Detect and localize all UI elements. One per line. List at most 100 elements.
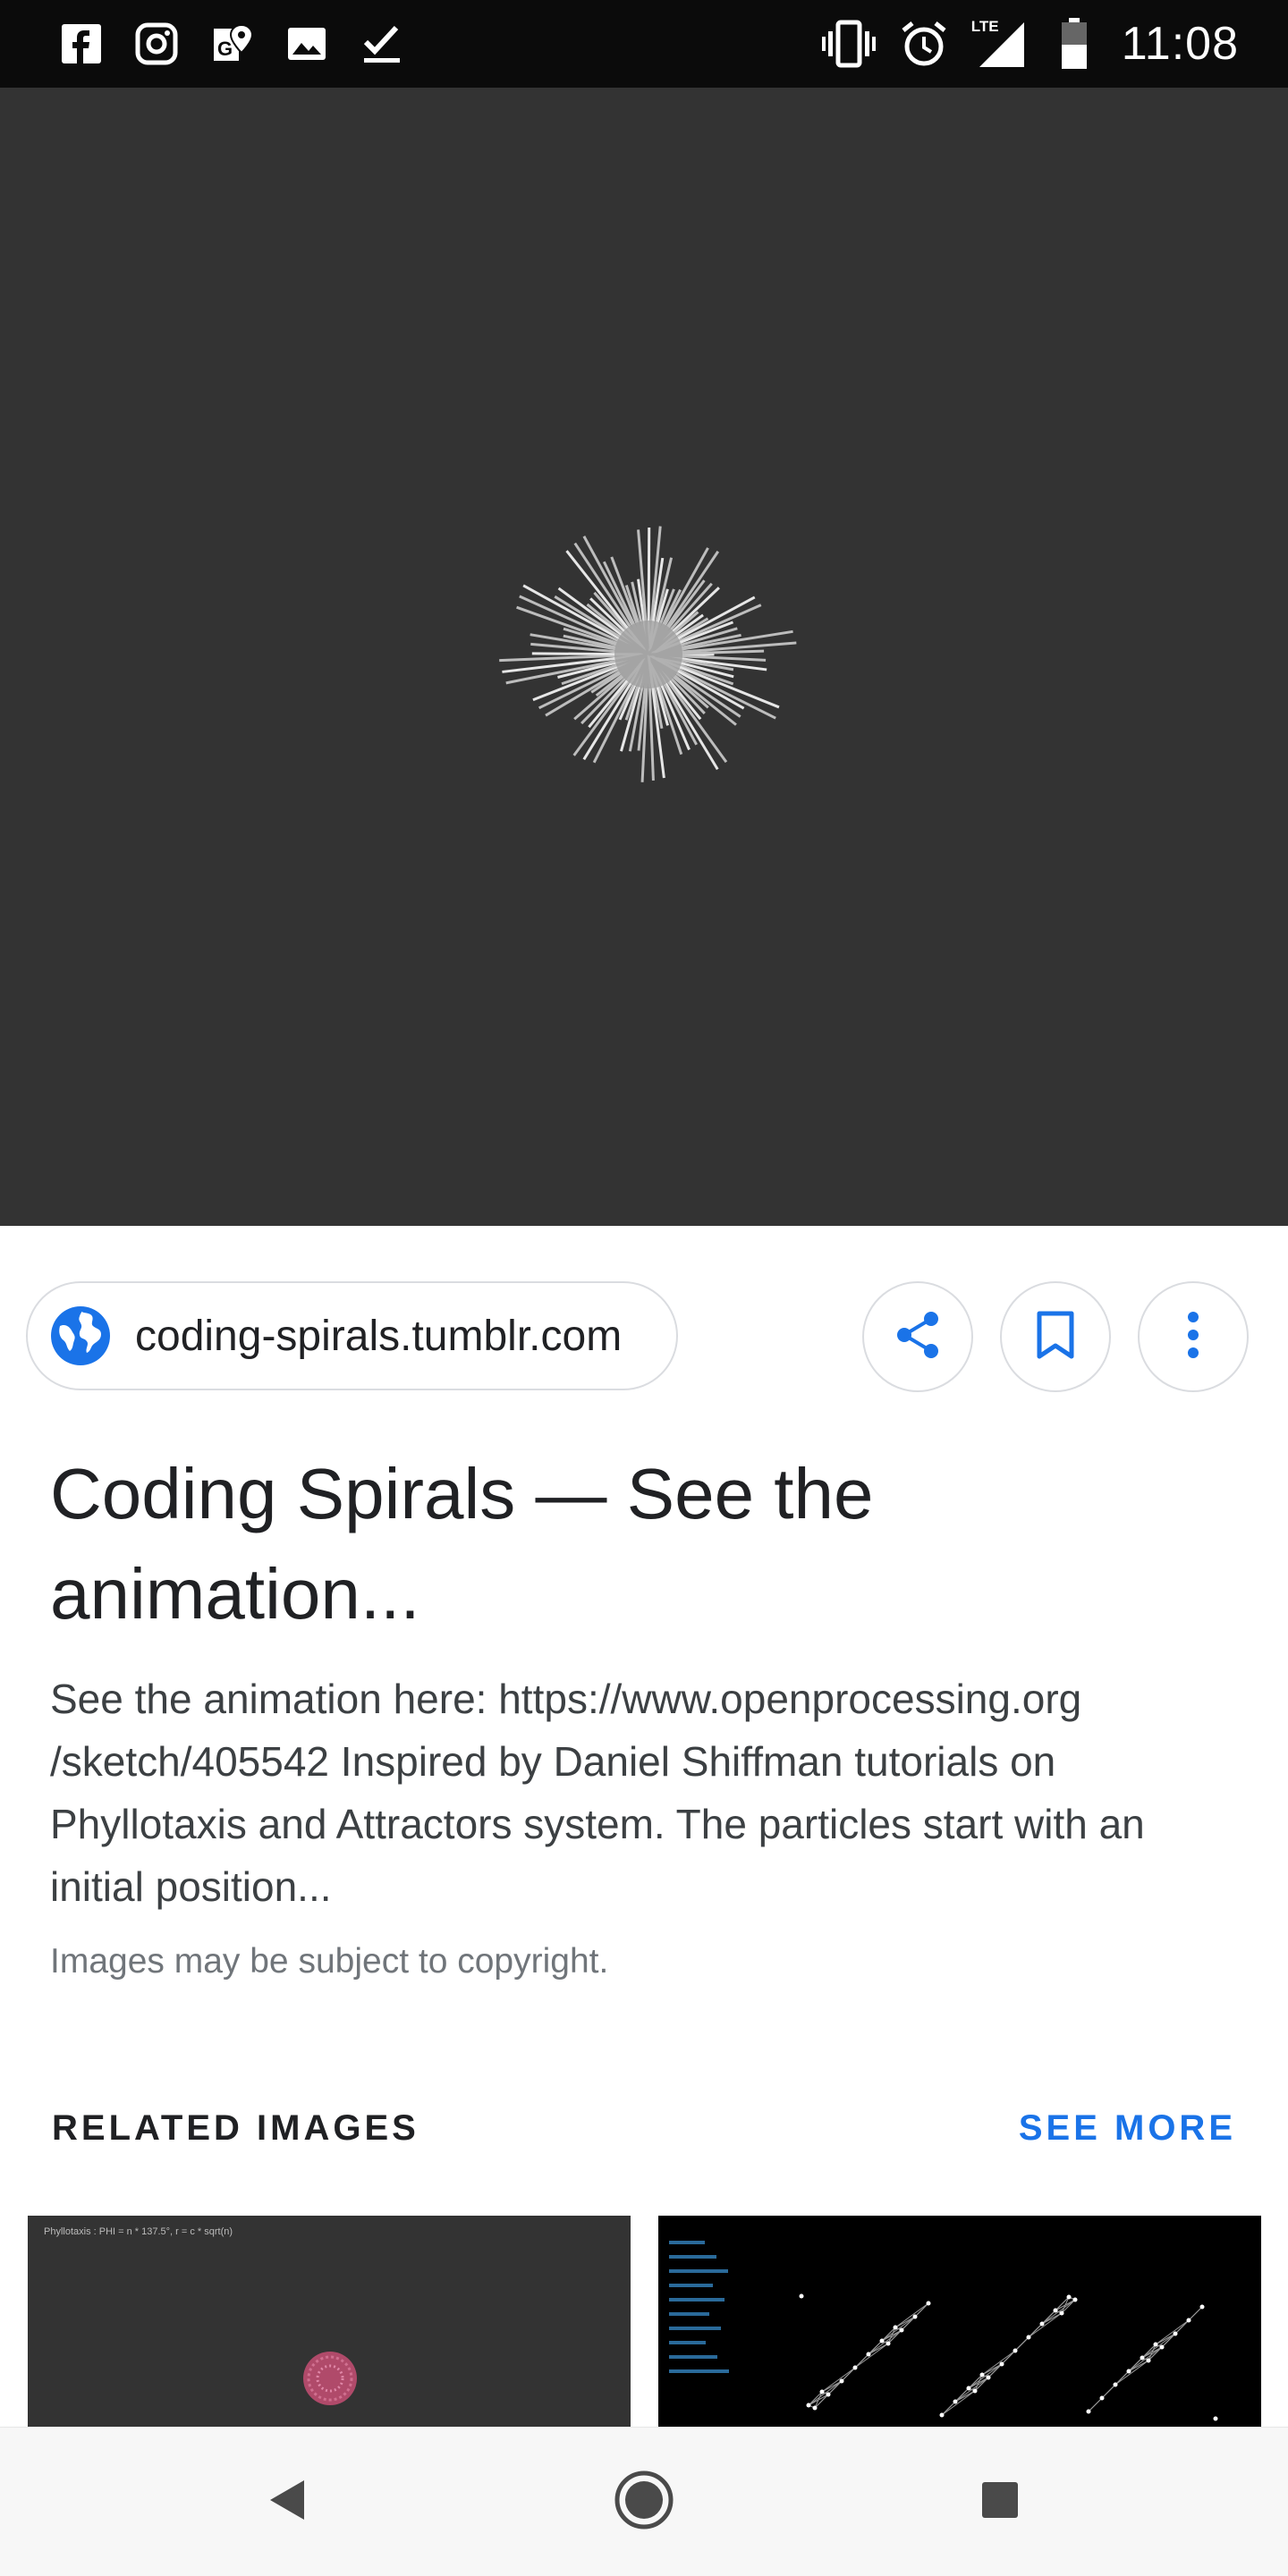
network-edge [968,2363,1003,2389]
network-edge [981,2350,1016,2376]
network-node [1186,2318,1191,2323]
network-node [806,2403,811,2408]
legend-bar [669,2255,716,2259]
network-edge [1028,2312,1063,2338]
network-node [799,2293,804,2299]
network-node [1026,2335,1031,2340]
legend-bar [669,2241,705,2244]
vibrate-icon [821,16,877,72]
legend-bar [669,2298,724,2302]
photos-icon [279,16,335,72]
network-edge [808,2380,843,2406]
network-node [1072,2297,1078,2302]
network-node [886,2341,891,2346]
back-triangle-icon [265,2477,308,2528]
network-node [986,2375,991,2380]
network-node [899,2327,904,2333]
network-node [879,2338,885,2344]
network-edge [894,2302,929,2328]
network-node [972,2388,978,2394]
network-node [1059,2310,1064,2316]
related-thumbnail-1[interactable]: Phyllotaxis : PHI = n * 137.5°, r = c * … [28,2216,631,2427]
network-node [1199,2304,1205,2310]
copyright-note: Images may be subject to copyright. [50,1942,609,1981]
network-node [1213,2416,1218,2421]
network-edge [1114,2360,1149,2386]
network-edge [821,2367,856,2393]
legend-bar [669,2284,713,2287]
maps-icon: G [204,16,259,72]
network-edge [1188,2306,1203,2321]
burst-rays [499,526,797,782]
more-vert-icon [1186,1308,1200,1366]
network-node [1146,2358,1151,2363]
network-edge [854,2343,889,2369]
recents-square-icon [979,2479,1021,2526]
network-node [1086,2409,1091,2414]
spiral-burst-image [499,526,797,782]
network-node [1153,2342,1158,2347]
image-viewer[interactable] [0,88,1288,1226]
network-node [1126,2369,1131,2374]
network-node [819,2389,825,2394]
network-node [912,2314,918,2319]
share-button[interactable] [862,1281,973,1392]
network-node [999,2361,1004,2367]
battery-icon [1046,16,1102,72]
legend-bar [669,2312,709,2316]
alarm-icon [896,16,952,72]
network-edge [1128,2346,1163,2372]
burst-core [614,621,682,688]
source-domain: coding-spirals.tumblr.com [135,1312,623,1360]
result-description: See the animation here: https://www.open… [50,1676,1145,1910]
network-node [1013,2348,1018,2353]
legend-bar [669,2369,729,2373]
network-edge [1155,2319,1190,2345]
network-node [1039,2321,1045,2327]
bookmark-icon [1034,1310,1077,1364]
facebook-icon [54,16,109,72]
legend-bar [669,2341,706,2344]
clock: 11:08 [1121,18,1239,70]
network-node [953,2399,958,2404]
instagram-icon [129,16,184,72]
globe-icon [49,1305,112,1367]
network-node [1113,2382,1118,2387]
save-button[interactable] [1000,1281,1111,1392]
recents-button[interactable] [928,2428,1072,2576]
network-edge [1055,2299,1076,2311]
network-node [839,2378,844,2384]
back-button[interactable] [215,2428,358,2576]
result-title[interactable]: Coding Spirals — See the animation... [50,1444,1240,1644]
network-node [1159,2344,1165,2350]
legend-bar [669,2355,717,2359]
navigation-bar [0,2427,1288,2576]
home-button[interactable] [572,2428,716,2576]
related-images-heading: RELATED IMAGES [52,2108,419,2148]
network-thumbnail-art [669,2241,1218,2421]
network-edge [941,2390,976,2416]
network-node [1053,2308,1058,2313]
source-link[interactable]: coding-spirals.tumblr.com [26,1281,678,1390]
network-node [926,2301,931,2306]
network-node [979,2372,985,2378]
network-node [866,2352,871,2357]
svg-text:G: G [217,38,233,60]
network-edge [1041,2299,1076,2325]
network-edge [1141,2333,1176,2359]
related-thumbnail-2[interactable] [658,2216,1261,2427]
lte-signal-icon: LTE [971,16,1027,72]
status-bar: G LTE 11:08 [0,0,1288,88]
network-node [1140,2355,1145,2361]
phyllotaxis-thumbnail-art [303,2352,357,2405]
network-node [1066,2294,1072,2300]
network-node [852,2365,858,2370]
legend-bar [669,2327,721,2330]
more-options-button[interactable] [1138,1281,1249,1392]
share-icon [891,1308,945,1366]
network-edge [881,2316,916,2342]
network-node [812,2405,818,2411]
network-node [826,2392,831,2397]
see-more-link[interactable]: SEE MORE [1019,2108,1236,2149]
network-node [939,2412,945,2418]
